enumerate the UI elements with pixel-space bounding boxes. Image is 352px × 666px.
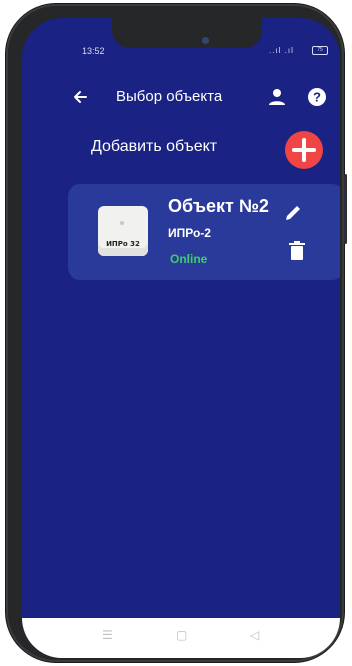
menu-icon[interactable]: ☰ [102, 628, 113, 642]
pencil-icon [286, 206, 300, 220]
phone-frame: 13:52 ..ıl .ıl 75 Выбор объекта ? Добави… [6, 4, 347, 662]
battery-indicator: 75 [312, 46, 328, 55]
help-button[interactable]: ? [307, 87, 327, 107]
page-title: Выбор объекта [116, 88, 223, 105]
front-camera [202, 37, 209, 44]
device-indicator [120, 221, 124, 225]
user-icon [269, 89, 285, 105]
app-screen: 13:52 ..ıl .ıl 75 Выбор объекта ? Добави… [22, 18, 340, 658]
arrow-left-icon [74, 91, 87, 103]
notch [112, 18, 262, 48]
signal-indicator: ..ıl .ıl [269, 46, 294, 55]
trash-icon [289, 241, 305, 260]
delete-button[interactable] [288, 240, 306, 262]
help-circle-icon: ? [308, 88, 326, 106]
status-time: 13:52 [82, 46, 105, 56]
back-triangle-icon[interactable]: ◁ [250, 628, 259, 642]
device-label: ИПРо 32 [106, 240, 140, 248]
back-button[interactable] [70, 86, 94, 108]
svg-text:?: ? [313, 90, 321, 105]
object-type: ИПРо-2 [168, 226, 211, 240]
object-card[interactable]: ИПРо 32 Объект №2 ИПРо-2 Online [68, 184, 340, 280]
object-status: Online [170, 252, 208, 266]
edit-button[interactable] [282, 202, 304, 224]
add-object-label: Добавить объект [91, 138, 218, 155]
home-icon[interactable]: ▢ [176, 628, 187, 642]
object-name: Объект №2 [168, 196, 269, 216]
system-navbar: ☰ ▢ ◁ [22, 618, 340, 658]
device-image: ИПРо 32 [98, 206, 148, 256]
add-object-button[interactable] [285, 131, 323, 169]
power-button [344, 174, 347, 244]
profile-button[interactable] [266, 86, 288, 108]
plus-circle-icon [292, 138, 316, 162]
